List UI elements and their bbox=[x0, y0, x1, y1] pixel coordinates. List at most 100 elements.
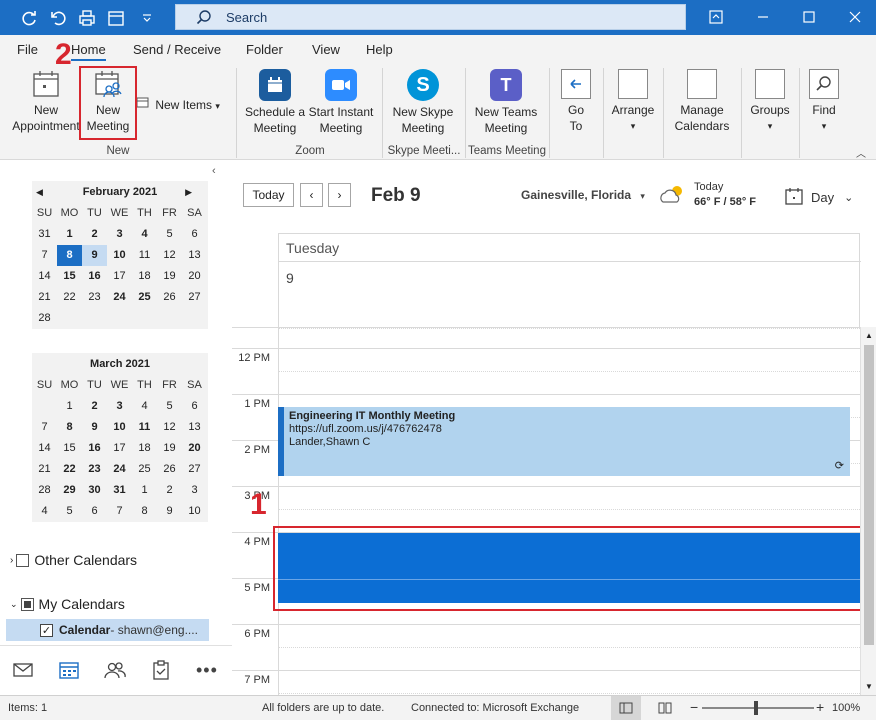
zoom-slider-thumb[interactable] bbox=[754, 701, 758, 715]
zoom-out-icon[interactable]: − bbox=[690, 699, 698, 715]
mini-cal-day[interactable]: 5 bbox=[157, 224, 182, 245]
mini-cal-day[interactable]: 3 bbox=[107, 224, 132, 245]
reading-view-icon[interactable] bbox=[658, 702, 672, 717]
menu-view[interactable]: View bbox=[312, 42, 340, 57]
new-items-button[interactable]: New Items ▾ bbox=[136, 95, 226, 114]
zoom-slider[interactable] bbox=[702, 707, 814, 709]
menu-folder[interactable]: Folder bbox=[246, 42, 283, 57]
mini-cal-day[interactable]: 18 bbox=[132, 266, 157, 287]
checkbox[interactable] bbox=[20, 597, 34, 611]
search-box[interactable]: Search bbox=[175, 4, 686, 30]
people-icon[interactable] bbox=[104, 661, 126, 682]
mini-cal-day[interactable]: 1 bbox=[57, 224, 82, 245]
maximize-icon[interactable] bbox=[796, 6, 822, 28]
mini-cal-day[interactable]: 5 bbox=[157, 396, 182, 417]
view-selector[interactable]: Day ⌄ bbox=[785, 187, 853, 208]
mini-cal-day[interactable]: 30 bbox=[82, 480, 107, 501]
checkbox-checked-icon[interactable]: ✓ bbox=[40, 623, 53, 637]
mini-cal-day[interactable]: 6 bbox=[82, 501, 107, 522]
mini-cal-day[interactable]: 19 bbox=[157, 438, 182, 459]
mini-cal-day[interactable]: 5 bbox=[57, 501, 82, 522]
new-appointment-button[interactable]: New Appointment bbox=[8, 69, 84, 134]
mini-cal-day[interactable]: 26 bbox=[157, 459, 182, 480]
mini-cal-day[interactable]: 10 bbox=[107, 417, 132, 438]
menu-home[interactable]: Home bbox=[71, 42, 106, 61]
mini-cal-day[interactable]: 21 bbox=[32, 287, 57, 308]
prev-month-icon[interactable]: ◀ bbox=[36, 187, 43, 198]
mini-cal-day[interactable]: 17 bbox=[107, 438, 132, 459]
ribbon-display-icon[interactable] bbox=[703, 6, 729, 28]
scroll-up-icon[interactable]: ▲ bbox=[865, 331, 873, 340]
mini-cal-day[interactable]: 12 bbox=[157, 417, 182, 438]
menu-send-receive[interactable]: Send / Receive bbox=[133, 42, 221, 57]
close-icon[interactable] bbox=[842, 6, 868, 28]
schedule-meeting-button[interactable]: Schedule a Meeting bbox=[243, 69, 307, 136]
minimize-icon[interactable] bbox=[750, 6, 776, 28]
mini-cal-day[interactable]: 3 bbox=[182, 480, 207, 501]
scrollbar-thumb[interactable] bbox=[864, 345, 874, 645]
mini-cal-day[interactable]: 23 bbox=[82, 287, 107, 308]
collapse-ribbon-icon[interactable]: ︿ bbox=[856, 145, 866, 160]
zoom-in-icon[interactable]: + bbox=[816, 699, 824, 715]
next-day-button[interactable]: › bbox=[328, 183, 351, 207]
menu-file[interactable]: File bbox=[17, 42, 38, 57]
sync-icon[interactable] bbox=[17, 6, 41, 30]
mini-cal-day[interactable]: 16 bbox=[82, 266, 107, 287]
mini-cal-day[interactable]: 28 bbox=[32, 308, 57, 329]
weather-location[interactable]: Gainesville, Florida ▾ bbox=[521, 188, 645, 202]
mini-cal-day[interactable]: 2 bbox=[82, 224, 107, 245]
mini-cal-day[interactable]: 9 bbox=[157, 501, 182, 522]
tasks-icon[interactable] bbox=[152, 660, 170, 683]
normal-view-icon[interactable] bbox=[611, 696, 641, 720]
mini-cal-day[interactable]: 8 bbox=[57, 245, 82, 266]
find-button[interactable]: Find ▾ bbox=[804, 69, 844, 134]
mini-cal-day[interactable]: 22 bbox=[57, 459, 82, 480]
mini-cal-day[interactable]: 11 bbox=[132, 417, 157, 438]
manage-calendars-button[interactable]: Manage Calendars bbox=[668, 69, 736, 134]
start-instant-meeting-button[interactable]: Start Instant Meeting bbox=[307, 69, 375, 136]
mini-cal-day[interactable]: 4 bbox=[132, 224, 157, 245]
mini-cal-day[interactable]: 10 bbox=[182, 501, 207, 522]
new-skype-meeting-button[interactable]: S New Skype Meeting bbox=[388, 69, 458, 136]
mini-cal-day[interactable]: 28 bbox=[32, 480, 57, 501]
menu-help[interactable]: Help bbox=[366, 42, 393, 57]
mini-cal-day[interactable]: 14 bbox=[32, 438, 57, 459]
mini-cal-day[interactable]: 17 bbox=[107, 266, 132, 287]
mini-cal-day[interactable]: 8 bbox=[132, 501, 157, 522]
mini-cal-day[interactable]: 23 bbox=[82, 459, 107, 480]
more-icon[interactable]: ••• bbox=[196, 660, 218, 681]
calendar-item[interactable]: ✓ Calendar - shawn@eng.... bbox=[6, 619, 209, 641]
mini-cal-day[interactable]: 10 bbox=[107, 245, 132, 266]
mini-cal-day[interactable]: 1 bbox=[57, 396, 82, 417]
mini-cal-day[interactable]: 26 bbox=[157, 287, 182, 308]
mini-cal-day[interactable]: 31 bbox=[107, 480, 132, 501]
mini-cal-day[interactable]: 7 bbox=[107, 501, 132, 522]
scroll-down-icon[interactable]: ▼ bbox=[865, 682, 873, 691]
mini-cal-day[interactable]: 2 bbox=[82, 396, 107, 417]
other-calendars-group[interactable]: › Other Calendars bbox=[10, 552, 137, 568]
mini-cal-day[interactable]: 9 bbox=[82, 417, 107, 438]
vertical-scrollbar[interactable]: ▲ ▼ bbox=[860, 327, 876, 695]
my-calendars-group[interactable]: ⌄ My Calendars bbox=[10, 596, 125, 612]
prev-day-button[interactable]: ‹ bbox=[300, 183, 323, 207]
mini-cal-day[interactable]: 1 bbox=[132, 480, 157, 501]
mini-cal-day[interactable]: 31 bbox=[32, 224, 57, 245]
mini-cal-day[interactable]: 6 bbox=[182, 396, 207, 417]
print-icon[interactable] bbox=[75, 6, 99, 30]
mini-cal-day[interactable]: 20 bbox=[182, 438, 207, 459]
mini-cal-day[interactable]: 20 bbox=[182, 266, 207, 287]
mini-cal-day[interactable]: 24 bbox=[107, 459, 132, 480]
mini-cal-day[interactable]: 4 bbox=[132, 396, 157, 417]
mini-cal-day[interactable]: 15 bbox=[57, 266, 82, 287]
mini-cal-day[interactable]: 3 bbox=[107, 396, 132, 417]
customize-qat-icon[interactable] bbox=[135, 6, 159, 30]
mini-cal-day[interactable]: 13 bbox=[182, 417, 207, 438]
mini-cal-day[interactable]: 14 bbox=[32, 266, 57, 287]
arrange-button[interactable]: Arrange ▾ bbox=[608, 69, 658, 134]
mini-cal-day[interactable]: 15 bbox=[57, 438, 82, 459]
appointment-engineering-it[interactable]: Engineering IT Monthly Meeting https://u… bbox=[278, 407, 850, 476]
mini-cal-day[interactable]: 19 bbox=[157, 266, 182, 287]
undo-icon[interactable] bbox=[46, 6, 70, 30]
mini-cal-day[interactable]: 8 bbox=[57, 417, 82, 438]
mini-cal-day[interactable]: 7 bbox=[32, 245, 57, 266]
